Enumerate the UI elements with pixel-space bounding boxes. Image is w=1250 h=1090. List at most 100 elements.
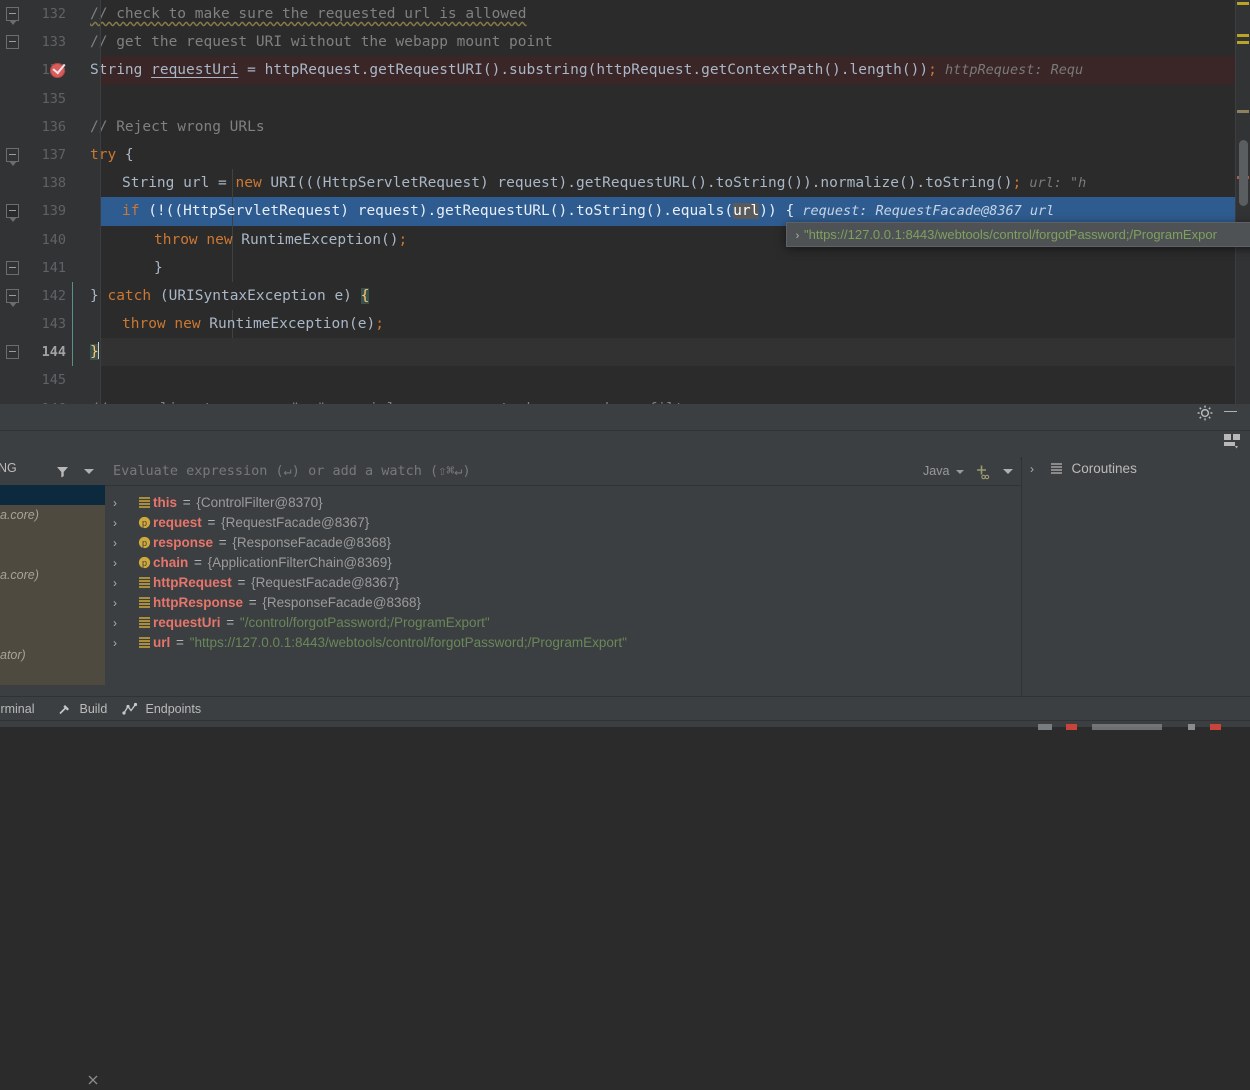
frame-row[interactable] [0, 625, 105, 645]
variable-equals: = [190, 555, 206, 570]
code-line[interactable]: 136 // Reject wrong URLs [0, 112, 1250, 141]
chevron-down-icon[interactable] [956, 470, 964, 474]
code-line[interactable]: 134String requestUri = httpRequest.getRe… [0, 56, 1250, 85]
code-line[interactable]: 143 throw new RuntimeException(e); [0, 310, 1250, 339]
variable-row[interactable]: › this = {ControlFilter@8370} [105, 492, 1020, 512]
fold-gutter[interactable] [70, 366, 100, 395]
editor-scrollbar-thumb[interactable] [1239, 140, 1248, 206]
fold-marker-icon[interactable] [6, 147, 19, 166]
frame-row[interactable] [0, 665, 105, 685]
expand-chevron-icon[interactable]: › [113, 633, 135, 653]
inline-value-popup[interactable]: › "https://127.0.0.1:8443/webtools/contro… [786, 222, 1250, 247]
variable-value: {ControlFilter@8370} [196, 495, 323, 510]
filter-icon[interactable] [56, 465, 69, 481]
status-icon-group[interactable] [1038, 720, 1228, 734]
expand-chevron-icon[interactable]: › [1030, 457, 1046, 481]
code-line[interactable]: 132// check to make sure the requested u… [0, 0, 1250, 29]
coroutines-root-node[interactable]: › Coroutines [1022, 457, 1250, 481]
fold-marker-icon[interactable] [6, 35, 19, 50]
fold-gutter[interactable] [70, 225, 100, 254]
expand-chevron-icon[interactable]: › [113, 573, 135, 593]
chevron-down-icon[interactable] [84, 469, 94, 474]
fold-gutter[interactable] [70, 253, 100, 282]
tool-window-bar[interactable]: Terminal Build Endpoints [0, 696, 1250, 721]
editor-marker-stripe[interactable] [1236, 0, 1250, 404]
stripe-divider [1235, 0, 1236, 404]
evaluate-expression-input[interactable]: Evaluate expression (↵) or add a watch (… [113, 457, 913, 485]
stripe-marker[interactable] [1237, 110, 1249, 113]
variables-list[interactable]: › this = {ControlFilter@8370} › p request = … [105, 486, 1020, 696]
language-selector[interactable]: Java [923, 457, 949, 485]
code-line[interactable]: 135 [0, 84, 1250, 113]
fold-marker-icon[interactable] [6, 288, 19, 307]
expand-chevron-icon[interactable]: › [791, 230, 804, 242]
tool-window-terminal[interactable]: Terminal [0, 700, 35, 718]
fold-marker-icon[interactable] [6, 204, 19, 223]
code-line[interactable]: 146 // normalize to remove ".." special n… [0, 394, 1250, 404]
variable-name: httpRequest [153, 575, 232, 590]
close-icon[interactable] [86, 1073, 100, 1087]
code-line[interactable]: 138 String url = new URI(((HttpServletReq… [0, 169, 1250, 198]
variable-row[interactable]: › url = "https://127.0.0.1:8443/webtools/… [105, 632, 1020, 652]
code-line-text: // check to make sure the requested url … [90, 6, 527, 22]
code-line[interactable]: 145 [0, 366, 1250, 395]
fold-gutter[interactable] [70, 169, 100, 198]
stripe-marker[interactable] [1237, 2, 1249, 5]
frames-list[interactable]: a.core) a.core) ator) [0, 485, 105, 685]
code-line[interactable]: 133// get the request URI without the we… [0, 28, 1250, 57]
code-line-text: } [154, 259, 163, 276]
expand-chevron-icon[interactable]: › [113, 593, 135, 613]
frame-row[interactable]: a.core) [0, 565, 105, 585]
frame-row[interactable]: a.core) [0, 505, 105, 525]
expand-chevron-icon[interactable]: › [113, 493, 135, 513]
build-hammer-icon [58, 702, 76, 721]
tool-window-build[interactable]: Build [58, 700, 107, 718]
code-line[interactable]: 142} catch (URISyntaxException e) { [0, 281, 1250, 311]
bracket-guide [72, 310, 73, 339]
variable-row[interactable]: › requestUri = "/control/forgotPassword;/… [105, 612, 1020, 632]
code-line[interactable]: 137 try { [0, 140, 1250, 170]
frame-row[interactable]: ator) [0, 645, 105, 665]
code-editor[interactable]: 132// check to make sure the requested u… [0, 0, 1250, 404]
frame-row[interactable] [0, 545, 105, 565]
expand-chevron-icon[interactable]: › [113, 533, 135, 553]
code-lines[interactable]: 132// check to make sure the requested u… [0, 0, 1250, 404]
variable-row[interactable]: › p request = {RequestFacade@8367} [105, 512, 1020, 532]
fold-marker-icon[interactable] [6, 260, 19, 275]
tool-window-endpoints[interactable]: Endpoints [122, 700, 201, 718]
expand-chevron-icon[interactable]: › [113, 513, 135, 533]
chevron-down-icon[interactable] [1003, 469, 1013, 474]
svg-text:p: p [141, 558, 146, 568]
coroutines-panel[interactable]: › Coroutines [1021, 457, 1250, 696]
frame-row[interactable] [0, 605, 105, 625]
frame-row[interactable] [0, 525, 105, 545]
variable-row[interactable]: › httpResponse = {ResponseFacade@8368} [105, 592, 1020, 612]
svg-text:p: p [141, 518, 146, 528]
field-icon [135, 632, 153, 652]
variable-row[interactable]: › p response = {ResponseFacade@8368} [105, 532, 1020, 552]
bracket-guide [72, 338, 73, 367]
variable-row[interactable]: › httpRequest = {RequestFacade@8367} [105, 572, 1020, 592]
layout-settings-icon[interactable] [1224, 434, 1240, 449]
fold-gutter[interactable] [70, 310, 100, 339]
variables-panel[interactable]: Evaluate expression (↵) or add a watch (… [105, 457, 1020, 696]
frames-panel[interactable]: NG a.core) a.core) ator) [0, 457, 105, 696]
gear-icon[interactable] [1196, 404, 1216, 424]
fold-marker-icon[interactable] [6, 345, 19, 360]
fold-marker-icon[interactable] [6, 7, 19, 25]
expand-chevron-icon[interactable]: › [113, 553, 135, 573]
variable-name: response [153, 535, 214, 550]
frame-row[interactable] [0, 485, 105, 505]
add-watch-icon[interactable] [973, 463, 991, 481]
minimize-icon[interactable] [1224, 411, 1237, 412]
stripe-marker[interactable] [1237, 41, 1249, 44]
expand-chevron-icon[interactable]: › [113, 613, 135, 633]
code-line[interactable]: 144} [0, 338, 1250, 367]
code-line-text: // get the request URI without the webap… [90, 34, 553, 51]
variable-row[interactable]: › p chain = {ApplicationFilterChain@8369} [105, 552, 1020, 572]
fold-gutter[interactable] [70, 197, 100, 226]
stripe-marker[interactable] [1237, 34, 1249, 37]
frame-row[interactable] [0, 585, 105, 605]
fold-gutter[interactable] [70, 84, 100, 113]
code-line[interactable]: 141} [0, 253, 1250, 282]
